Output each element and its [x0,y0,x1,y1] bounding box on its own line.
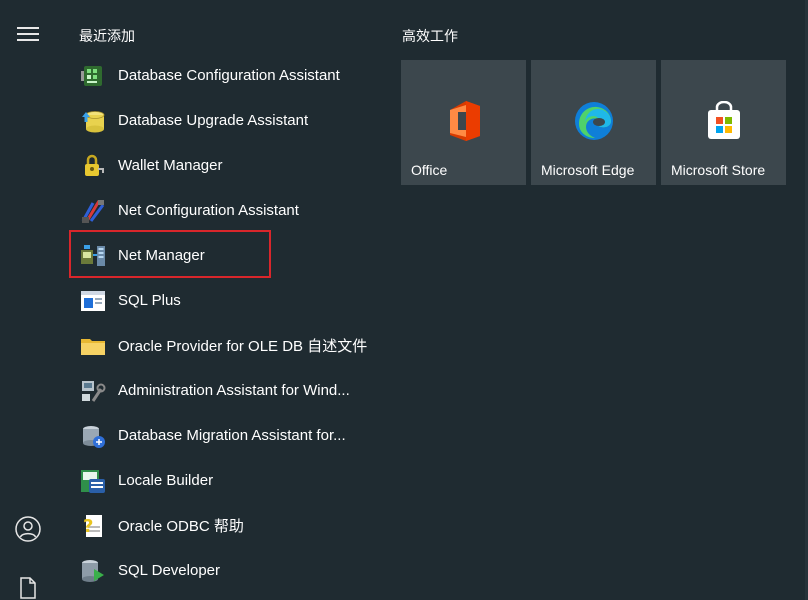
app-label: Administration Assistant for Wind... [118,382,350,399]
app-database-configuration-assistant[interactable]: Database Configuration Assistant [70,53,385,98]
office-icon [443,100,485,142]
sqlplus-window-icon [78,286,108,316]
app-net-configuration-assistant[interactable]: Net Configuration Assistant [70,188,385,233]
database-upgrade-icon [78,106,108,136]
app-label: SQL Developer [118,562,220,579]
svg-text:?: ? [83,516,93,537]
app-label: Wallet Manager [118,157,223,174]
productivity-tiles: Office Microsoft Edge Microsoft Store [401,60,786,185]
net-config-icon [78,196,108,226]
tile-microsoft-store[interactable]: Microsoft Store [661,60,786,185]
tile-microsoft-edge[interactable]: Microsoft Edge [531,60,656,185]
app-wallet-manager[interactable]: Wallet Manager [70,143,385,188]
documents-icon[interactable] [14,574,42,600]
app-label: Database Migration Assistant for... [118,427,346,444]
start-left-rail [0,0,56,600]
app-label: Database Configuration Assistant [118,67,340,84]
app-database-upgrade-assistant[interactable]: Database Upgrade Assistant [70,98,385,143]
app-label: Database Upgrade Assistant [118,112,309,129]
recently-added-heading: 最近添加 [79,28,135,44]
tile-label: Microsoft Store [671,162,766,178]
edge-icon [573,100,615,142]
app-sql-developer[interactable]: SQL Developer [70,548,385,593]
help-question-icon: ? [78,511,108,541]
database-config-icon [78,61,108,91]
app-label: Oracle ODBC 帮助 [118,518,244,535]
hamburger-menu-icon[interactable] [17,27,39,41]
app-net-manager[interactable]: Net Manager [70,233,385,278]
admin-tools-icon [78,376,108,406]
app-label: Net Manager [118,247,205,264]
app-administration-assistant-windows[interactable]: Administration Assistant for Wind... [70,368,385,413]
store-icon [703,100,745,142]
app-label: Locale Builder [118,472,214,489]
app-list: Database Configuration Assistant Databas… [70,53,385,593]
locale-builder-icon [78,466,108,496]
folder-icon [78,331,108,361]
app-database-migration-assistant[interactable]: Database Migration Assistant for... [70,413,385,458]
wallet-key-icon [78,151,108,181]
user-account-icon[interactable] [14,515,42,543]
net-manager-icon [78,241,108,271]
tile-office[interactable]: Office [401,60,526,185]
app-sql-plus[interactable]: SQL Plus [70,278,385,323]
tile-label: Microsoft Edge [541,162,635,178]
database-migration-icon [78,421,108,451]
app-locale-builder[interactable]: Locale Builder [70,458,385,503]
productivity-heading: 高效工作 [402,28,458,44]
app-label: Oracle Provider for OLE DB 自述文件 [118,338,368,355]
tile-label: Office [411,162,448,178]
app-label: Net Configuration Assistant [118,202,299,219]
app-label: SQL Plus [118,292,181,309]
start-menu: 最近添加 高效工作 Database Configuration Assista… [0,0,808,600]
sql-developer-icon [78,556,108,586]
app-oracle-odbc-help[interactable]: ? Oracle ODBC 帮助 [70,503,385,548]
app-oracle-provider-ole-db-readme[interactable]: Oracle Provider for OLE DB 自述文件 [70,323,385,368]
